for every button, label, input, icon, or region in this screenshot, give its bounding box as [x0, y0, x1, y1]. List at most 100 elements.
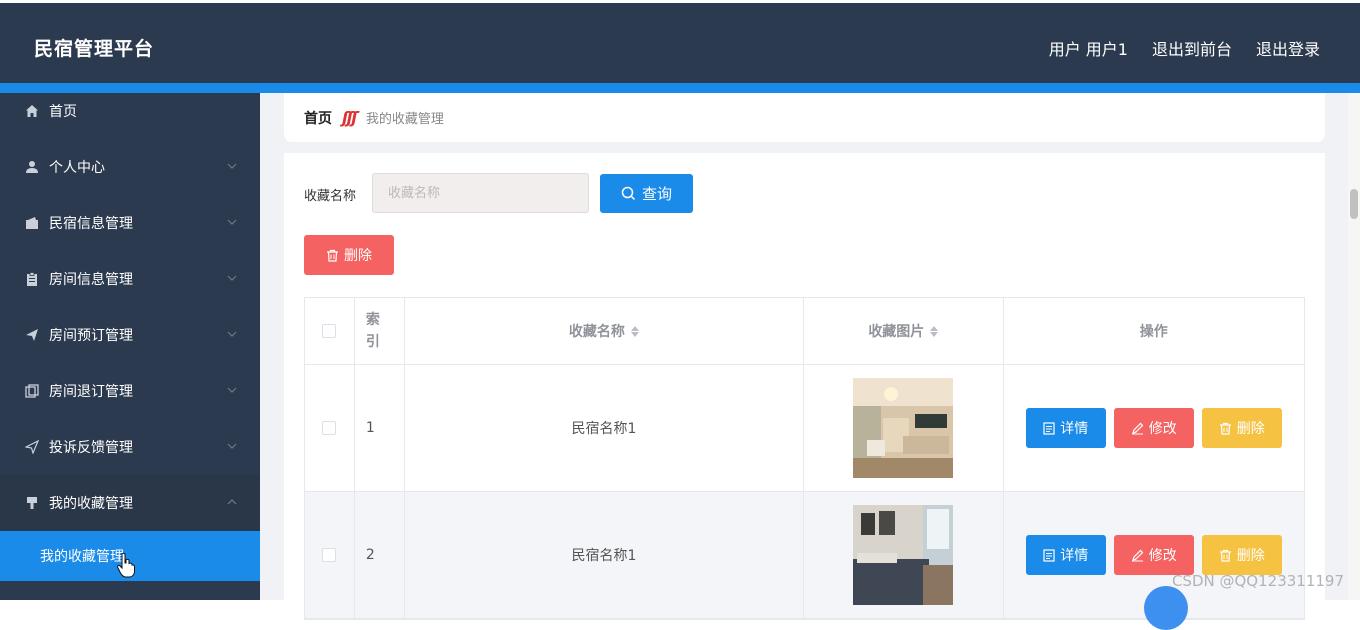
delete-label: 删除 [1236, 421, 1265, 437]
detail-button[interactable]: 详情 [1025, 535, 1106, 575]
chevron-down-icon [227, 275, 237, 281]
row-ops: 详情 修改 删除 [1004, 365, 1304, 491]
trash-icon [1219, 422, 1231, 435]
copy-icon [24, 383, 40, 399]
row-checkbox[interactable] [322, 421, 337, 435]
clipboard-icon [24, 271, 40, 287]
sidebar-item-room-cancel[interactable]: 房间退订管理 [0, 363, 260, 419]
detail-label: 详情 [1060, 421, 1089, 437]
search-input[interactable] [372, 173, 589, 213]
header-checkbox-cell [305, 298, 355, 364]
content-card: 收藏名称 查询 删除 索引 收藏名称 收藏图片 操作 [284, 153, 1325, 620]
sidebar-item-label: 房间退订管理 [49, 384, 133, 400]
row-checkbox[interactable] [322, 548, 337, 562]
watermark: CSDN @QQ123311197 [1171, 572, 1344, 590]
breadcrumb-separator-icon: ʃʃʃ [342, 108, 358, 127]
header-accent-bar [0, 83, 1360, 93]
detail-label: 详情 [1060, 548, 1089, 564]
row-checkbox-cell [305, 492, 355, 618]
row-index: 1 [355, 365, 405, 491]
sidebar-item-profile[interactable]: 个人中心 [0, 139, 260, 195]
top-header: 民宿管理平台 用户 用户1 退出到前台 退出登录 [0, 3, 1360, 83]
detail-button[interactable]: 详情 [1025, 408, 1106, 448]
page-scrollbar[interactable] [1348, 93, 1360, 600]
sort-icon[interactable] [930, 325, 939, 337]
wallet-icon [24, 215, 40, 231]
sidebar-item-label: 我的收藏管理 [49, 496, 133, 512]
user-icon [24, 159, 40, 175]
header-index: 索引 [355, 298, 405, 364]
sidebar-item-room-booking[interactable]: 房间预订管理 [0, 307, 260, 363]
edit-label: 修改 [1148, 421, 1177, 437]
row-index: 2 [355, 492, 405, 618]
sidebar-item-room-info[interactable]: 房间信息管理 [0, 251, 260, 307]
delete-button[interactable]: 删除 [1201, 535, 1282, 575]
document-icon [1043, 548, 1055, 562]
sidebar-item-label: 首页 [49, 104, 77, 120]
favorites-table: 索引 收藏名称 收藏图片 操作 1 民宿名称1 详情 修改 删除 2 民宿名称1… [304, 297, 1305, 620]
header-image[interactable]: 收藏图片 [804, 298, 1004, 364]
batch-delete-button[interactable]: 删除 [304, 235, 394, 275]
trash-icon [1219, 549, 1231, 562]
chevron-down-icon [227, 331, 237, 337]
batch-delete-label: 删除 [344, 248, 372, 264]
sidebar-item-label: 房间预订管理 [49, 328, 133, 344]
scroll-thumb[interactable] [1350, 189, 1358, 219]
home-icon [24, 103, 40, 119]
bedroom-photo [853, 505, 954, 605]
row-checkbox-cell [305, 365, 355, 491]
pencil-icon [1131, 549, 1144, 561]
sidebar-item-homestay-info[interactable]: 民宿信息管理 [0, 195, 260, 251]
breadcrumb-home[interactable]: 首页 [304, 108, 332, 128]
living-room-photo [853, 378, 954, 478]
logout-link[interactable]: 退出登录 [1256, 36, 1320, 60]
sidebar-item-favorites[interactable]: 我的收藏管理 [0, 475, 260, 531]
select-all-checkbox[interactable] [322, 324, 337, 338]
chevron-down-icon [227, 219, 237, 225]
row-name: 民宿名称1 [405, 492, 805, 618]
pin-icon [24, 495, 40, 511]
sidebar-item-label: 民宿信息管理 [49, 216, 133, 232]
header-ops: 操作 [1004, 298, 1304, 364]
search-icon [621, 186, 636, 201]
sort-icon[interactable] [630, 325, 639, 337]
search-button-label: 查询 [641, 185, 672, 203]
table-header: 索引 收藏名称 收藏图片 操作 [305, 298, 1304, 365]
document-icon [1043, 421, 1055, 435]
row-name: 民宿名称1 [405, 365, 805, 491]
header-image-label: 收藏图片 [868, 324, 925, 340]
chevron-down-icon [227, 387, 237, 393]
row-image-cell [804, 365, 1004, 491]
breadcrumb: 首页 ʃʃʃ 我的收藏管理 [284, 93, 1325, 142]
header-links: 用户 用户1 退出到前台 退出登录 [1049, 36, 1320, 60]
sidebar-item-label: 房间信息管理 [49, 272, 133, 288]
edit-button[interactable]: 修改 [1113, 535, 1194, 575]
table-row: 1 民宿名称1 详情 修改 删除 [305, 365, 1304, 492]
edit-label: 修改 [1148, 548, 1177, 564]
chevron-down-icon [227, 443, 237, 449]
chevron-down-icon [227, 163, 237, 169]
sidebar-item-label: 个人中心 [49, 160, 105, 176]
sidebar-item-home[interactable]: 首页 [0, 93, 260, 129]
sidebar: 首页 个人中心 民宿信息管理 房间信息管理 房间预订管理 房间退订管理 投诉反馈… [0, 93, 260, 600]
edit-button[interactable]: 修改 [1113, 408, 1194, 448]
search-label: 收藏名称 [304, 189, 357, 204]
exit-front-link[interactable]: 退出到前台 [1152, 36, 1232, 60]
delete-button[interactable]: 删除 [1201, 408, 1282, 448]
paper-plane-icon [24, 439, 40, 455]
header-ops-label: 操作 [1139, 324, 1168, 340]
header-name[interactable]: 收藏名称 [405, 298, 805, 364]
send-icon [24, 327, 40, 343]
trash-icon [327, 249, 338, 262]
sidebar-item-label: 投诉反馈管理 [49, 440, 133, 456]
row-image-cell [804, 492, 1004, 618]
sidebar-item-complaint[interactable]: 投诉反馈管理 [0, 419, 260, 475]
back-to-top-button[interactable] [1144, 586, 1188, 630]
user-label[interactable]: 用户 用户1 [1049, 36, 1128, 60]
search-button[interactable]: 查询 [600, 174, 693, 213]
header-name-label: 收藏名称 [568, 324, 625, 340]
header-index-label: 索引 [365, 312, 380, 350]
main-content: 首页 ʃʃʃ 我的收藏管理 收藏名称 查询 删除 索引 收藏名称 收藏图片 [260, 93, 1360, 620]
delete-label: 删除 [1236, 548, 1265, 564]
brand-title: 民宿管理平台 [34, 38, 155, 60]
